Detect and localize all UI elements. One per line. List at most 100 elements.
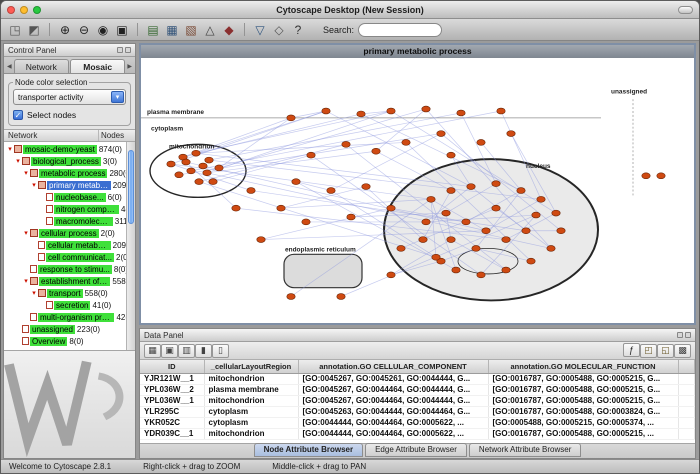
network-canvas[interactable]: plasma membranecytoplasmmitochondrionnuc… bbox=[141, 58, 694, 323]
table-cell: [GO:0045267, GO:0045261, GO:0044444, G..… bbox=[298, 373, 488, 384]
tree-scrollbar-thumb[interactable] bbox=[128, 150, 134, 224]
table-cell-filler bbox=[678, 406, 695, 417]
close-window-button[interactable] bbox=[7, 6, 15, 14]
vizmapper-icon[interactable]: ◆ bbox=[220, 22, 238, 38]
tree-item[interactable]: response to stimu...8(0) bbox=[4, 263, 135, 275]
status-bar: Welcome to Cytoscape 2.8.1 Right-click +… bbox=[1, 459, 699, 473]
import-attributes-icon[interactable]: ◰ bbox=[640, 344, 657, 358]
tree-expander-icon[interactable]: ▾ bbox=[30, 181, 38, 189]
table-row[interactable]: YDR039C__1mitochondrion[GO:0044444, GO:0… bbox=[140, 428, 695, 439]
tree-column-nodes[interactable]: Nodes bbox=[99, 130, 135, 141]
tree-item[interactable]: ▾establishment of l...558(0) bbox=[4, 275, 135, 287]
tree-item[interactable]: cellular metabol...209(0) bbox=[4, 239, 135, 251]
table-cell-filler bbox=[678, 373, 695, 384]
tab-network[interactable]: Network bbox=[14, 59, 69, 73]
table-row[interactable]: YLR295Ccytoplasm[GO:0045263, GO:0044444,… bbox=[140, 406, 695, 417]
open-session-icon[interactable]: ◳ bbox=[6, 22, 24, 38]
table-column-header[interactable]: annotation.GO MOLECULAR_FUNCTION bbox=[488, 360, 678, 373]
network-icon bbox=[22, 325, 29, 333]
tree-item[interactable]: cell communicat...2(0) bbox=[4, 251, 135, 263]
tree-column-network[interactable]: Network bbox=[4, 130, 99, 141]
filter-icon[interactable]: ▽ bbox=[251, 22, 269, 38]
tree-item[interactable]: secretion41(0) bbox=[4, 299, 135, 311]
close-panel-icon[interactable] bbox=[685, 332, 691, 338]
search-input[interactable] bbox=[358, 23, 442, 37]
tab-scroll-right-icon[interactable] bbox=[126, 63, 133, 73]
table-cell-filler bbox=[678, 395, 695, 406]
tree-item[interactable]: ▾transport558(0) bbox=[4, 287, 135, 299]
tree-item[interactable]: nucleobase...6(0) bbox=[4, 191, 135, 203]
tree-item-label: cell communicat... bbox=[46, 253, 114, 262]
tree-expander-icon[interactable]: ▾ bbox=[22, 169, 30, 177]
annotation-icon[interactable]: ▧ bbox=[182, 22, 200, 38]
function-builder-icon[interactable]: ƒ bbox=[623, 343, 640, 357]
delete-attribute-icon[interactable]: ▯ bbox=[212, 344, 229, 358]
tree-expander-icon[interactable]: ▾ bbox=[22, 277, 30, 285]
table-column-header[interactable]: annotation.GO CELLULAR_COMPONENT bbox=[298, 360, 488, 373]
network-overview-icon[interactable]: ▦ bbox=[163, 22, 181, 38]
select-nodes-checkbox[interactable] bbox=[13, 110, 23, 120]
birdseye-overview[interactable] bbox=[4, 350, 135, 458]
histogram-icon[interactable]: ▮ bbox=[195, 344, 212, 358]
matrix-icon[interactable]: ▩ bbox=[674, 344, 691, 358]
copy-table-icon[interactable]: ▣ bbox=[161, 344, 178, 358]
save-session-icon[interactable]: ◩ bbox=[25, 22, 43, 38]
table-column-header[interactable]: _cellularLayoutRegion bbox=[204, 360, 298, 373]
table-row[interactable]: YJR121W__1mitochondrion[GO:0045267, GO:0… bbox=[140, 373, 695, 384]
tree-item[interactable]: ▾primary metabo...209(0) bbox=[4, 179, 135, 191]
tree-item-count: 223(0) bbox=[77, 325, 100, 334]
tree-item[interactable]: Overview8(0) bbox=[4, 335, 135, 347]
close-panel-icon[interactable] bbox=[125, 47, 131, 53]
tree-item[interactable]: unassigned223(0) bbox=[4, 323, 135, 335]
tree-expander-icon[interactable]: ▾ bbox=[30, 289, 38, 297]
help-icon[interactable]: ? bbox=[289, 22, 307, 38]
table-column-filler bbox=[678, 360, 695, 373]
table-cell-filler bbox=[678, 428, 695, 439]
tree-item[interactable]: ▾biological_process3(0) bbox=[4, 155, 135, 167]
network-canvas-svg: plasma membranecytoplasmmitochondrionnuc… bbox=[141, 58, 694, 323]
table-row[interactable]: YPL036W__2plasma membrane[GO:0045267, GO… bbox=[140, 384, 695, 395]
float-panel-icon[interactable] bbox=[117, 47, 123, 53]
table-column-header[interactable]: ID bbox=[140, 360, 204, 373]
tree-item[interactable]: ▾cellular process2(0) bbox=[4, 227, 135, 239]
tab-edge-attribute-browser[interactable]: Edge Attribute Browser bbox=[365, 443, 467, 457]
minimize-window-button[interactable] bbox=[20, 6, 28, 14]
tree-item[interactable]: ▾metabolic process280(0) bbox=[4, 167, 135, 179]
tab-node-attribute-browser[interactable]: Node Attribute Browser bbox=[254, 443, 364, 457]
attribute-select-icon[interactable]: ▦ bbox=[144, 344, 161, 358]
tree-item[interactable]: macromolecule...311(0) bbox=[4, 215, 135, 227]
tree-expander-icon[interactable]: ▾ bbox=[6, 145, 14, 153]
tab-scroll-left-icon[interactable] bbox=[6, 63, 13, 73]
window-titlebar[interactable]: Cytoscape Desktop (New Session) bbox=[1, 1, 699, 19]
zoom-window-button[interactable] bbox=[33, 6, 41, 14]
tab-mosaic[interactable]: Mosaic bbox=[70, 59, 125, 73]
network-icon bbox=[30, 169, 38, 177]
float-panel-icon[interactable] bbox=[677, 332, 683, 338]
tree-expander-icon[interactable]: ▾ bbox=[14, 157, 22, 165]
show-graphics-details-icon[interactable]: ▤ bbox=[144, 22, 162, 38]
control-panel-title: Control Panel bbox=[8, 46, 56, 55]
table-row[interactable]: YKR052Ccytoplasm[GO:0044444, GO:0044464,… bbox=[140, 417, 695, 428]
zoom-in-icon[interactable]: ⊕ bbox=[56, 22, 74, 38]
tree-scrollbar[interactable] bbox=[126, 142, 135, 350]
node-color-select[interactable]: transporter activity bbox=[13, 89, 126, 105]
attribute-table-wrap: ID_cellularLayoutRegionannotation.GO CEL… bbox=[140, 360, 695, 443]
toolbar-toggle-button[interactable] bbox=[678, 6, 693, 14]
tree-expander-icon[interactable]: ▾ bbox=[22, 229, 30, 237]
table-row[interactable]: YPL036W__1mitochondrion[GO:0045267, GO:0… bbox=[140, 395, 695, 406]
zoom-fit-content-icon[interactable]: ▣ bbox=[113, 22, 131, 38]
table-cell: [GO:0045267, GO:0044464, GO:0044444, G..… bbox=[298, 395, 488, 406]
table-cell: mitochondrion bbox=[204, 395, 298, 406]
network-icon bbox=[30, 277, 38, 285]
tab-network-attribute-browser[interactable]: Network Attribute Browser bbox=[469, 443, 581, 457]
table-cell-filler bbox=[678, 384, 695, 395]
column-chooser-icon[interactable]: ▥ bbox=[178, 344, 195, 358]
tree-item[interactable]: nitrogen compo...4(0) bbox=[4, 203, 135, 215]
layout-icon[interactable]: △ bbox=[201, 22, 219, 38]
zoom-out-icon[interactable]: ⊖ bbox=[75, 22, 93, 38]
tree-item[interactable]: ▾mosaic-demo-yeast874(0) bbox=[4, 143, 135, 155]
export-attributes-icon[interactable]: ◱ bbox=[657, 344, 674, 358]
tree-item[interactable]: multi-organism pro...42(0) bbox=[4, 311, 135, 323]
plugin-manager-icon[interactable]: ◇ bbox=[270, 22, 288, 38]
zoom-selected-region-icon[interactable]: ◉ bbox=[94, 22, 112, 38]
